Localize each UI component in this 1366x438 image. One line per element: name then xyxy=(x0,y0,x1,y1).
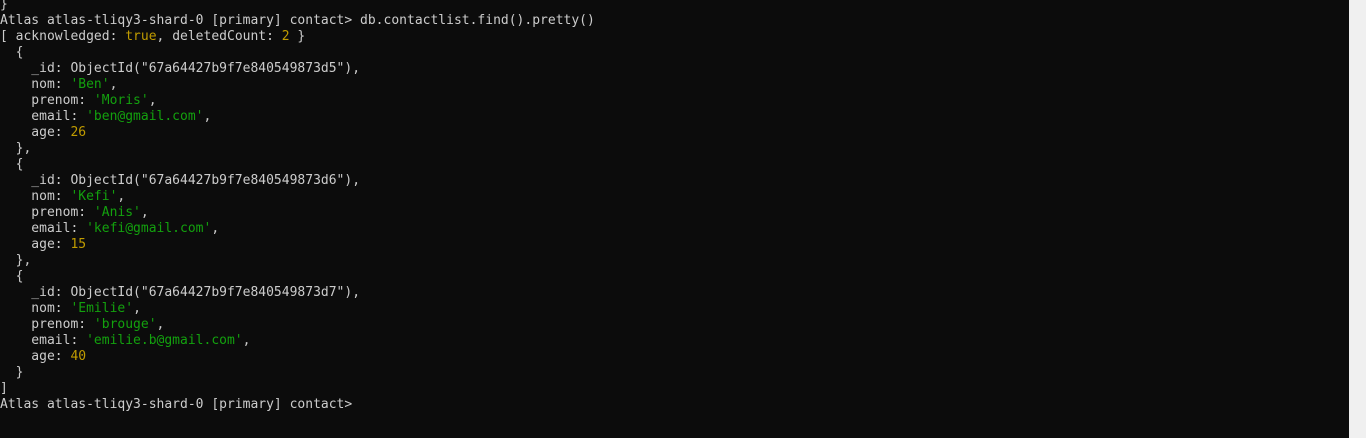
string-value: 'ben@gmail.com' xyxy=(86,109,204,124)
literal-value: 15 xyxy=(70,237,87,252)
terminal-text: Atlas atlas-tliqy3-shard-0 [primary] con… xyxy=(0,397,353,412)
string-value: 'Anis' xyxy=(93,205,141,220)
terminal-line: prenom: 'brouge', xyxy=(0,317,595,333)
terminal-text: Atlas atlas-tliqy3-shard-0 [primary] con… xyxy=(0,13,595,28)
terminal-line: { xyxy=(0,45,595,61)
terminal-line: email: 'kefi@gmail.com', xyxy=(0,221,595,237)
terminal-line: Atlas atlas-tliqy3-shard-0 [primary] con… xyxy=(0,397,595,413)
terminal-line: _id: ObjectId("67a64427b9f7e840549873d6"… xyxy=(0,173,595,189)
string-value: 'Ben' xyxy=(70,77,110,92)
terminal-line: } xyxy=(0,0,595,13)
terminal-line: } xyxy=(0,365,595,381)
terminal-window[interactable]: } Atlas atlas-tliqy3-shard-0 [primary] co… xyxy=(0,0,1349,438)
string-value: 'kefi@gmail.com' xyxy=(86,221,212,236)
terminal-line: prenom: 'Anis', xyxy=(0,205,595,221)
string-value: 'Moris' xyxy=(93,93,149,108)
terminal-text: } xyxy=(289,29,306,44)
terminal-text: , xyxy=(203,109,212,124)
terminal-text: nom: xyxy=(0,301,71,316)
terminal-line: _id: ObjectId("67a64427b9f7e840549873d5"… xyxy=(0,61,595,77)
terminal-line: { xyxy=(0,269,595,285)
terminal-text: { xyxy=(0,157,24,172)
terminal-text: email: xyxy=(0,333,87,348)
terminal-text: nom: xyxy=(0,189,71,204)
terminal-line: nom: 'Kefi', xyxy=(0,189,595,205)
terminal-line: age: 26 xyxy=(0,125,595,141)
terminal-text: email: xyxy=(0,109,87,124)
terminal-text: { xyxy=(0,45,24,60)
terminal-text: , xyxy=(140,205,149,220)
terminal-line: email: 'emilie.b@gmail.com', xyxy=(0,333,595,349)
terminal-line: nom: 'Emilie', xyxy=(0,301,595,317)
terminal-text: _id: ObjectId("67a64427b9f7e840549873d5"… xyxy=(0,61,361,76)
string-value: 'brouge' xyxy=(93,317,157,332)
literal-value: true xyxy=(125,29,157,44)
terminal-text: age: xyxy=(0,125,71,140)
terminal-text: } xyxy=(0,0,8,12)
terminal-text: { xyxy=(0,269,24,284)
string-value: 'emilie.b@gmail.com' xyxy=(86,333,243,348)
terminal-text: ] xyxy=(0,381,8,396)
terminal-line: email: 'ben@gmail.com', xyxy=(0,109,595,125)
terminal-text: , xyxy=(109,77,118,92)
terminal-text: prenom: xyxy=(0,205,94,220)
terminal-text: nom: xyxy=(0,77,71,92)
vertical-scrollbar[interactable] xyxy=(1349,0,1366,438)
terminal-line: ] xyxy=(0,381,595,397)
terminal-line: prenom: 'Moris', xyxy=(0,93,595,109)
terminal-line: }, xyxy=(0,141,595,157)
terminal-line: [ acknowledged: true, deletedCount: 2 } xyxy=(0,29,595,45)
terminal-output: } Atlas atlas-tliqy3-shard-0 [primary] co… xyxy=(0,0,595,413)
terminal-text: , deletedCount: xyxy=(156,29,282,44)
terminal-text: } xyxy=(0,365,24,380)
terminal-text: age: xyxy=(0,349,71,364)
terminal-text: , xyxy=(156,317,165,332)
terminal-text: , xyxy=(242,333,251,348)
terminal-line: age: 40 xyxy=(0,349,595,365)
string-value: 'Kefi' xyxy=(70,189,118,204)
terminal-line: }, xyxy=(0,253,595,269)
terminal-text: _id: ObjectId("67a64427b9f7e840549873d6"… xyxy=(0,173,361,188)
terminal-text: , xyxy=(133,301,141,316)
literal-value: 40 xyxy=(70,349,87,364)
terminal-line: Atlas atlas-tliqy3-shard-0 [primary] con… xyxy=(0,13,595,29)
terminal-text: , xyxy=(148,93,157,108)
terminal-text: }, xyxy=(0,141,32,156)
terminal-text: age: xyxy=(0,237,71,252)
terminal-text: [ acknowledged: xyxy=(0,29,126,44)
terminal-text: email: xyxy=(0,221,87,236)
terminal-line: nom: 'Ben', xyxy=(0,77,595,93)
terminal-line: age: 15 xyxy=(0,237,595,253)
terminal-text: prenom: xyxy=(0,93,94,108)
terminal-text: }, xyxy=(0,253,32,268)
literal-value: 2 xyxy=(281,29,290,44)
terminal-text: _id: ObjectId("67a64427b9f7e840549873d7"… xyxy=(0,285,361,300)
terminal-line: _id: ObjectId("67a64427b9f7e840549873d7"… xyxy=(0,285,595,301)
terminal-line: { xyxy=(0,157,595,173)
terminal-text: , xyxy=(211,221,220,236)
terminal-text: prenom: xyxy=(0,317,94,332)
literal-value: 26 xyxy=(70,125,87,140)
terminal-text: , xyxy=(117,189,126,204)
string-value: 'Emilie' xyxy=(70,301,134,316)
